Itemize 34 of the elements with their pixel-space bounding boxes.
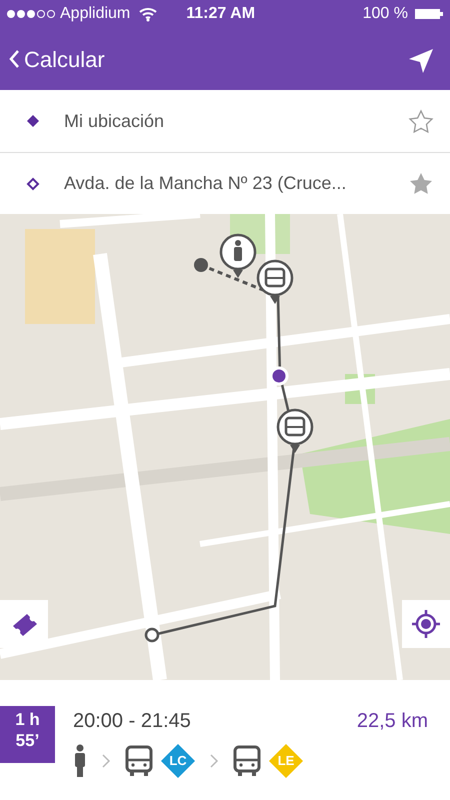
trip-distance: 22,5 km xyxy=(356,709,428,734)
bus-pin-icon xyxy=(276,408,314,453)
destination-marker-icon xyxy=(26,176,40,190)
end-point-icon xyxy=(144,628,160,642)
line-badge: LC xyxy=(161,744,195,778)
chevron-icon xyxy=(209,753,219,769)
location-field[interactable]: Mi ubicación xyxy=(64,108,408,134)
chevron-icon xyxy=(101,753,111,769)
battery-percent: 100 % xyxy=(362,4,408,24)
locate-button[interactable] xyxy=(402,600,450,648)
walking-person-icon xyxy=(73,744,87,778)
favorite-star-icon[interactable] xyxy=(408,108,434,134)
wifi-icon xyxy=(138,6,158,22)
back-button[interactable]: Calcular xyxy=(8,42,105,76)
trip-times: 20:00 - 21:45 xyxy=(73,709,191,734)
navigation-arrow-icon xyxy=(408,48,434,74)
bus-pin-icon xyxy=(256,260,294,304)
bus-icon xyxy=(125,745,153,777)
battery-icon xyxy=(414,7,444,21)
clock-time: 11:27 AM xyxy=(186,4,256,24)
duration-badge: 1 h 55’ xyxy=(0,706,55,763)
locate-icon xyxy=(411,609,441,639)
signal-icon xyxy=(6,9,56,19)
line-badge: LE xyxy=(269,744,303,778)
origin-marker-icon xyxy=(26,114,40,128)
start-point-icon xyxy=(194,258,208,272)
current-location-icon xyxy=(270,366,288,386)
location-field[interactable]: Avda. de la Mancha Nº 23 (Cruce... xyxy=(64,170,408,197)
bus-icon xyxy=(233,745,261,777)
ticket-button[interactable] xyxy=(0,600,48,648)
favorite-star-icon[interactable] xyxy=(408,171,434,196)
carrier-name: Applidium xyxy=(60,4,130,24)
back-chevron-icon xyxy=(8,49,20,69)
walk-pin-icon xyxy=(220,234,256,278)
